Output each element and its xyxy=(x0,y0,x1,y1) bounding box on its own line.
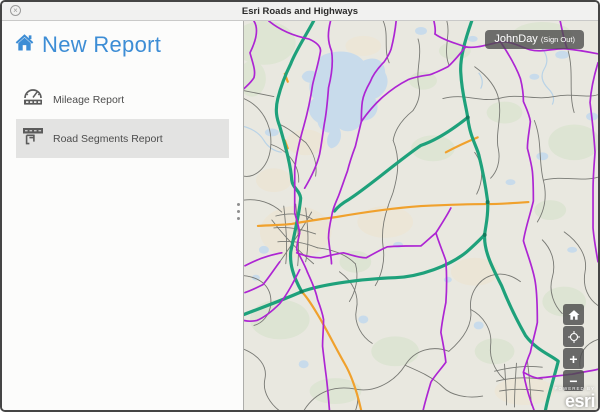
home-icon xyxy=(568,309,580,321)
window-title: Esri Roads and Highways xyxy=(2,6,598,17)
esri-brand-text: esri xyxy=(565,391,595,411)
title-bar: × Esri Roads and Highways xyxy=(2,2,598,21)
report-panel: New Report xyxy=(2,21,243,411)
basemap-roads xyxy=(244,21,598,411)
list-item-label: Mileage Report xyxy=(53,94,124,106)
app-window: × Esri Roads and Highways New Report xyxy=(0,0,600,412)
zoom-in-button[interactable]: + xyxy=(563,348,584,369)
list-item-road-segments-report[interactable]: Road Segments Report xyxy=(16,119,229,158)
panel-collapse-handle[interactable] xyxy=(235,201,242,222)
mileage-gauge-icon xyxy=(22,87,44,112)
user-name: JohnDay xyxy=(494,33,537,45)
sign-out-link[interactable]: (Sign Out) xyxy=(541,35,575,44)
page-title: New Report xyxy=(42,32,161,58)
home-extent-button[interactable] xyxy=(563,304,584,325)
list-item-mileage-report[interactable]: Mileage Report xyxy=(16,80,229,119)
locate-icon xyxy=(567,330,581,344)
locate-button[interactable] xyxy=(563,326,584,347)
list-item-label: Road Segments Report xyxy=(53,133,163,145)
report-list: Mileage Report xyxy=(2,80,243,158)
user-button[interactable]: JohnDay (Sign Out) xyxy=(485,30,584,49)
home-icon xyxy=(14,32,35,58)
map-controls: + − xyxy=(563,304,584,391)
map-viewport[interactable]: JohnDay (Sign Out) + − xyxy=(243,21,598,411)
close-icon[interactable]: × xyxy=(10,5,21,16)
road-segments-icon xyxy=(22,126,44,151)
panel-header: New Report xyxy=(2,21,243,58)
esri-logo: POWERED BY esri xyxy=(554,387,595,412)
